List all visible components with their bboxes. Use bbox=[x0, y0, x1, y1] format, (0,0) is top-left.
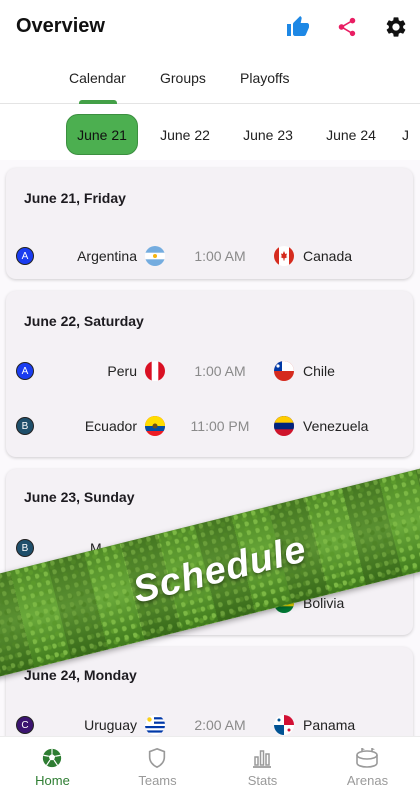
date-chip-june-21[interactable]: June 21 bbox=[66, 114, 138, 155]
panama-flag-icon bbox=[274, 715, 294, 735]
bottom-navigation: Home Teams Stats Arenas bbox=[0, 736, 420, 800]
kickoff-time: 2:00 AM bbox=[194, 717, 246, 733]
tab-indicator bbox=[79, 100, 117, 104]
gear-icon[interactable] bbox=[382, 13, 410, 41]
venezuela-flag-icon bbox=[274, 416, 294, 436]
bar-chart-icon bbox=[248, 745, 276, 771]
date-chip-june-23[interactable]: June 23 bbox=[233, 114, 303, 155]
day-date: June 23, Sunday bbox=[24, 489, 135, 505]
top-app-bar: Overview bbox=[0, 0, 420, 56]
tab-calendar[interactable]: Calendar bbox=[69, 70, 126, 86]
group-badge: C bbox=[16, 716, 34, 734]
argentina-flag-icon bbox=[145, 246, 165, 266]
nav-arenas[interactable]: Arenas bbox=[315, 737, 420, 800]
nav-home-label: Home bbox=[35, 773, 70, 788]
peru-flag-icon bbox=[145, 361, 165, 381]
group-badge: A bbox=[16, 247, 34, 265]
thumbs-up-icon[interactable] bbox=[284, 13, 312, 41]
group-badge: A bbox=[16, 362, 34, 380]
away-team: Chile bbox=[303, 363, 335, 379]
match-row[interactable]: B Ecuador 11:00 PM Venezuela bbox=[6, 411, 413, 441]
home-team: Peru bbox=[107, 363, 137, 379]
day-date: June 22, Saturday bbox=[24, 313, 144, 329]
home-team: Argentina bbox=[77, 248, 137, 264]
match-row[interactable]: C Uruguay 2:00 AM Panama bbox=[6, 710, 413, 736]
soccer-ball-icon bbox=[38, 745, 66, 771]
day-card: June 22, Saturday A Peru 1:00 AM Chile B… bbox=[6, 291, 413, 457]
date-chip-june-25[interactable]: J bbox=[402, 114, 420, 155]
ecuador-flag-icon bbox=[145, 416, 165, 436]
day-date: June 24, Monday bbox=[24, 667, 137, 683]
app-screen: Overview Calendar Groups Playoffs June 2… bbox=[0, 0, 420, 800]
home-team: Ecuador bbox=[84, 418, 137, 434]
day-date: June 21, Friday bbox=[24, 190, 126, 206]
away-team: Canada bbox=[303, 248, 353, 264]
home-team: Uruguay bbox=[84, 717, 137, 733]
uruguay-flag-icon bbox=[145, 715, 165, 735]
away-team: Panama bbox=[303, 717, 356, 733]
share-icon[interactable] bbox=[333, 13, 361, 41]
nav-teams[interactable]: Teams bbox=[105, 737, 210, 800]
chile-flag-icon bbox=[274, 361, 294, 381]
nav-home[interactable]: Home bbox=[0, 737, 105, 800]
canada-flag-icon bbox=[274, 246, 294, 266]
kickoff-time: 1:00 AM bbox=[194, 363, 246, 379]
away-team: Venezuela bbox=[303, 418, 369, 434]
tab-bar: Calendar Groups Playoffs bbox=[0, 60, 420, 104]
group-badge: B bbox=[16, 417, 34, 435]
nav-stats[interactable]: Stats bbox=[210, 737, 315, 800]
page-title: Overview bbox=[16, 15, 105, 37]
stadium-icon bbox=[353, 745, 381, 771]
day-card: June 24, Monday C Uruguay 2:00 AM Panama bbox=[6, 647, 413, 736]
match-row[interactable]: A Peru 1:00 AM Chile bbox=[6, 356, 413, 386]
tab-groups[interactable]: Groups bbox=[160, 70, 206, 86]
match-row[interactable]: A Argentina 1:00 AM Canada bbox=[6, 241, 413, 271]
date-chip-june-22[interactable]: June 22 bbox=[150, 114, 220, 155]
shield-icon bbox=[143, 745, 171, 771]
nav-stats-label: Stats bbox=[247, 773, 278, 788]
day-card: June 21, Friday A Argentina 1:00 AM Cana… bbox=[6, 168, 413, 279]
tab-playoffs[interactable]: Playoffs bbox=[240, 70, 290, 86]
kickoff-time: 11:00 PM bbox=[190, 418, 250, 434]
date-chip-june-24[interactable]: June 24 bbox=[316, 114, 386, 155]
nav-arenas-label: Arenas bbox=[346, 773, 389, 788]
group-badge: B bbox=[16, 539, 34, 557]
nav-teams-label: Teams bbox=[138, 773, 177, 788]
kickoff-time: 1:00 AM bbox=[194, 248, 246, 264]
